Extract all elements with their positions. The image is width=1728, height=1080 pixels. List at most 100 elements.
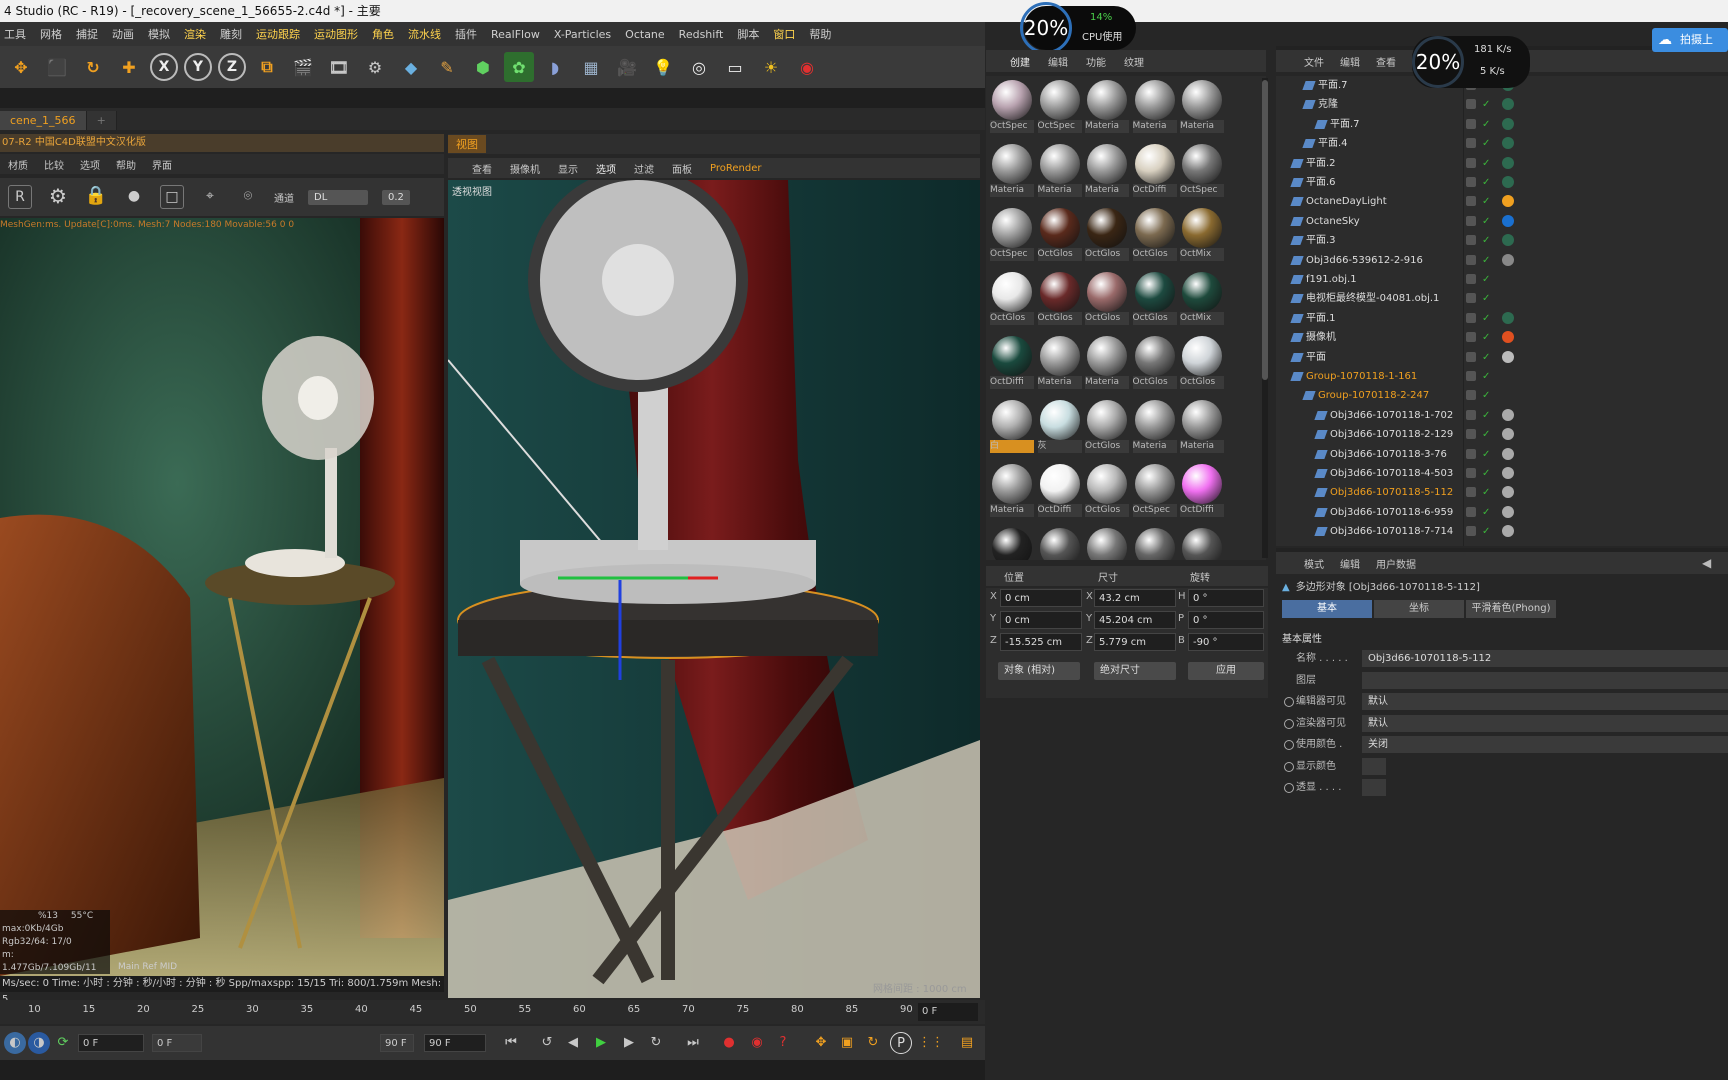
record-key-icon[interactable]: ● — [718, 1032, 740, 1054]
attribute-menu-item[interactable]: 模式 — [1304, 556, 1324, 571]
object-row[interactable]: Obj3d66-1070118-7-714 ✓ — [1276, 522, 1728, 541]
enable-check-icon[interactable]: ✓ — [1482, 503, 1490, 522]
attribute-subtab[interactable]: 平滑着色(Phong) — [1466, 600, 1556, 618]
object-name[interactable]: f191.obj.1 — [1306, 270, 1357, 289]
enable-check-icon[interactable]: ✓ — [1482, 115, 1490, 134]
size-field[interactable]: 43.2 cm — [1094, 589, 1176, 607]
enable-check-icon[interactable]: ✓ — [1482, 522, 1490, 541]
material-tag-icon[interactable] — [1502, 311, 1514, 324]
perspective-viewport[interactable] — [448, 180, 980, 998]
material-swatch[interactable]: OctGlos — [1037, 270, 1082, 326]
new-document-tab-button[interactable]: + — [86, 111, 117, 130]
material-swatch[interactable] — [1133, 526, 1177, 560]
enable-check-icon[interactable]: ✓ — [1482, 367, 1490, 386]
rotation-field[interactable]: 0 ° — [1188, 589, 1264, 607]
object-row[interactable]: 平面.3 ✓ — [1276, 231, 1728, 250]
attribute-value[interactable]: 默认 — [1362, 714, 1728, 732]
attribute-value[interactable]: Obj3d66-1070118-5-112 — [1362, 650, 1728, 667]
menu-item[interactable]: 窗口 — [773, 26, 795, 42]
range-end-field[interactable]: 90 F — [380, 1034, 414, 1052]
pick-focus-icon[interactable]: ⌖ — [198, 185, 222, 209]
enable-check-icon[interactable]: ✓ — [1482, 348, 1490, 367]
attribute-value[interactable]: 关闭 — [1362, 736, 1728, 753]
enable-check-icon[interactable]: ✓ — [1482, 154, 1490, 173]
key-rotate-icon[interactable]: ↻ — [862, 1032, 884, 1054]
subdivision-icon[interactable]: ⬢ — [468, 52, 498, 82]
visibility-flag[interactable] — [1466, 196, 1476, 207]
object-row[interactable]: Obj3d66-539612-2-916 ✓ — [1276, 251, 1728, 270]
material-tag-icon[interactable] — [1502, 117, 1514, 130]
material-tag-icon[interactable] — [1502, 137, 1514, 150]
material-tag-icon[interactable] — [1502, 98, 1514, 111]
menu-item[interactable]: 网格 — [40, 26, 62, 42]
animation-radio[interactable] — [1284, 718, 1294, 729]
key-param-icon[interactable]: P — [890, 1032, 912, 1054]
viewport-menu-item[interactable]: 过滤 — [634, 161, 654, 176]
menu-item[interactable]: 雕刻 — [220, 26, 242, 42]
animation-radio[interactable] — [1284, 740, 1294, 750]
back-arrow-icon[interactable]: ◀ — [1702, 556, 1711, 570]
object-name[interactable]: 平面.2 — [1306, 154, 1336, 173]
enable-check-icon[interactable]: ✓ — [1482, 464, 1490, 483]
mograph-cloner-icon[interactable]: ✿ — [504, 52, 534, 82]
material-swatch[interactable]: OctDiffi — [990, 334, 1034, 390]
material-swatch[interactable]: OctSpec — [1132, 462, 1177, 518]
start-frame-field[interactable]: 0 F — [78, 1034, 144, 1052]
material-swatch[interactable] — [990, 526, 1034, 560]
y-axis-lock-button[interactable]: Y — [184, 53, 212, 81]
sphere-toggle-icon[interactable]: ◑ — [28, 1032, 50, 1054]
size-mode-select[interactable]: 绝对尺寸 — [1094, 662, 1176, 680]
object-row[interactable]: 平面 ✓ — [1276, 348, 1728, 367]
cycle-icon[interactable]: ⟳ — [52, 1032, 74, 1054]
object-name[interactable]: Group-1070118-2-247 — [1318, 386, 1429, 405]
key-help-icon[interactable]: ? — [772, 1032, 794, 1054]
menu-item[interactable]: RealFlow — [491, 28, 540, 41]
visibility-flag[interactable] — [1466, 448, 1476, 459]
viewport-menu-item[interactable]: 查看 — [472, 161, 492, 176]
restart-render-icon[interactable]: R — [8, 185, 32, 209]
material-tag-icon[interactable] — [1502, 408, 1514, 421]
octane-daylight-icon[interactable]: ☀ — [756, 52, 786, 82]
rotate-tool-icon[interactable]: ↻ — [78, 52, 108, 82]
material-swatch[interactable]: OctGlos — [1132, 334, 1177, 390]
material-swatch[interactable]: OctGlos — [1132, 206, 1177, 262]
material-menu-item[interactable]: 功能 — [1086, 54, 1106, 69]
coordinate-mode-select[interactable]: 对象 (相对) — [998, 662, 1080, 680]
object-manager-menu-item[interactable]: 编辑 — [1340, 54, 1360, 69]
pick-white-balance-icon[interactable]: ⌾ — [236, 185, 260, 209]
attribute-toggle[interactable] — [1362, 757, 1386, 775]
object-name[interactable]: Obj3d66-1070118-5-112 — [1330, 483, 1453, 502]
object-name[interactable]: Obj3d66-1070118-2-129 — [1330, 425, 1453, 444]
enable-check-icon[interactable]: ✓ — [1482, 406, 1490, 425]
live-viewer-menu-item[interactable]: 选项 — [80, 157, 100, 172]
object-name[interactable]: 平面.7 — [1330, 115, 1360, 134]
viewport-menu-item[interactable]: ProRender — [710, 163, 761, 174]
live-select-icon[interactable]: ✚ — [114, 52, 144, 82]
material-swatch[interactable]: Materia — [1132, 78, 1177, 134]
document-tab[interactable]: cene_1_566 — [0, 111, 87, 130]
visibility-flag[interactable] — [1466, 487, 1476, 498]
render-settings-icon[interactable]: ⚙ — [360, 52, 390, 82]
menu-item[interactable]: 动画 — [112, 26, 134, 42]
region-render-icon[interactable]: □ — [160, 185, 184, 209]
z-axis-lock-button[interactable]: Z — [218, 53, 246, 81]
object-row[interactable]: 平面.7 ✓ — [1276, 115, 1728, 134]
live-viewer-menu-item[interactable]: 帮助 — [116, 157, 136, 172]
animation-radio[interactable] — [1284, 697, 1294, 707]
move-tool-icon[interactable]: ✥ — [6, 52, 36, 82]
object-name[interactable]: 平面.6 — [1306, 173, 1336, 192]
material-swatch[interactable]: OctSpec — [1180, 142, 1224, 198]
menu-item[interactable]: 运动图形 — [314, 26, 358, 42]
visibility-flag[interactable] — [1466, 409, 1476, 420]
key-scale-icon[interactable]: ▣ — [836, 1032, 858, 1054]
enable-check-icon[interactable]: ✓ — [1482, 309, 1490, 328]
menu-item[interactable]: 运动跟踪 — [256, 26, 300, 42]
goto-end-icon[interactable]: ⏭ — [682, 1032, 704, 1054]
material-tag-icon[interactable] — [1502, 447, 1514, 460]
stats-tabs[interactable]: Main Ref MID — [118, 962, 177, 972]
object-row[interactable]: f191.obj.1 ✓ — [1276, 270, 1728, 289]
visibility-flag[interactable] — [1466, 157, 1476, 168]
material-swatch[interactable]: Materia — [990, 462, 1034, 518]
object-name[interactable]: OctaneDayLight — [1306, 192, 1387, 211]
menu-item[interactable]: 工具 — [4, 26, 26, 42]
